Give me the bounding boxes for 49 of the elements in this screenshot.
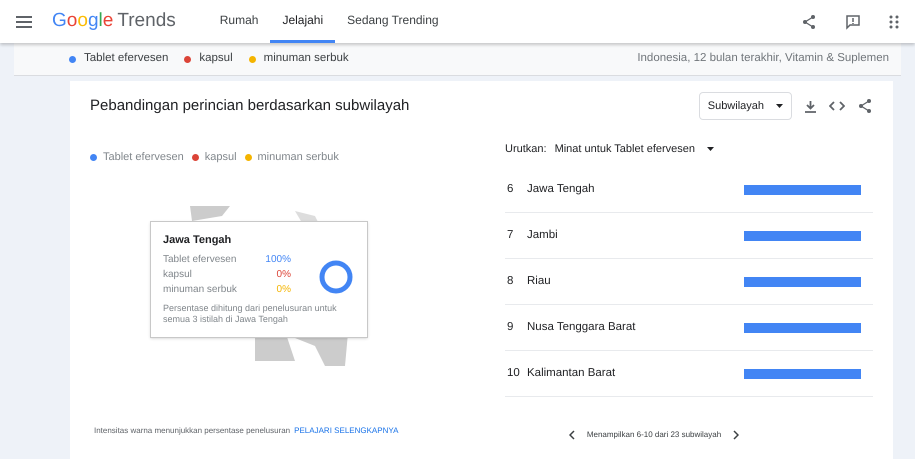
rank-number: 9 [507, 320, 514, 335]
term-label: kapsul [199, 51, 233, 66]
caret-icon [776, 104, 783, 108]
download-icon[interactable] [804, 100, 817, 112]
tooltip-value: 100% [265, 253, 291, 267]
region-name: Riau [527, 274, 551, 289]
rank-number: 7 [507, 228, 514, 243]
menu-icon[interactable] [16, 16, 32, 28]
legend-label: Tablet efervesen [103, 150, 184, 165]
apps-icon[interactable] [889, 14, 899, 28]
tooltip-term: Tablet efervesen [163, 253, 236, 267]
tooltip-term: minuman serbuk [163, 283, 237, 297]
learn-more-link[interactable]: PELAJARI SELENGKAPNYA [294, 425, 398, 437]
subregion-dropdown[interactable]: Subwilayah [698, 92, 792, 120]
pagination-text: Menampilkan 6-10 dari 23 subwilayah [586, 429, 722, 441]
next-page-button[interactable] [733, 430, 740, 440]
embed-icon[interactable] [829, 100, 845, 112]
legend-label: minuman serbuk [258, 150, 339, 165]
region-name: Jambi [527, 228, 558, 243]
region-name: Nusa Tenggara Barat [527, 320, 636, 335]
region-name: Kalimantan Barat [527, 366, 616, 381]
rank-number: 6 [507, 182, 514, 197]
footer-note: Intensitas warna menunjukkan persentase penelusuran [94, 425, 290, 437]
feedback-icon[interactable] [845, 14, 861, 30]
nav-tab[interactable]: Rumah [208, 0, 270, 43]
sort-dropdown[interactable]: Minat untuk Tablet efervesen [554, 140, 714, 158]
legend-label: kapsul [204, 150, 237, 165]
tooltip-value: 0% [276, 268, 291, 282]
chevron-right-icon [733, 430, 740, 440]
share-icon[interactable] [801, 14, 817, 30]
rank-number: 8 [507, 274, 514, 289]
region-name: Jawa Tengah [527, 182, 595, 197]
chevron-left-icon [568, 430, 575, 440]
google-trends-logo[interactable]: Google Trends [52, 7, 176, 36]
caret-icon [707, 147, 714, 151]
previous-page-button[interactable] [568, 430, 575, 440]
filter-summary: Indonesia, 12 bulan terakhir, Vitamin & Suplemen [637, 51, 889, 66]
tooltip-value: 0% [276, 283, 291, 297]
tooltip-term: kapsul [163, 268, 192, 282]
term-label: Tablet efervesen [84, 51, 168, 66]
nav-tab[interactable]: Sedang Trending [335, 0, 451, 43]
term-label: minuman serbuk [264, 51, 349, 66]
rank-number: 10 [507, 366, 521, 381]
tooltip-title: Jawa Tengah [163, 232, 232, 248]
card-title: Pebandingan perincian berdasarkan subwilayah [90, 96, 410, 116]
donut-icon [319, 260, 353, 294]
tooltip-note: Persentase dihitung dari penelusuran untuk semua 3 istilah di Jawa Tengah [163, 303, 338, 325]
share-icon[interactable] [857, 98, 873, 114]
sort-label: Urutkan: [505, 142, 547, 157]
